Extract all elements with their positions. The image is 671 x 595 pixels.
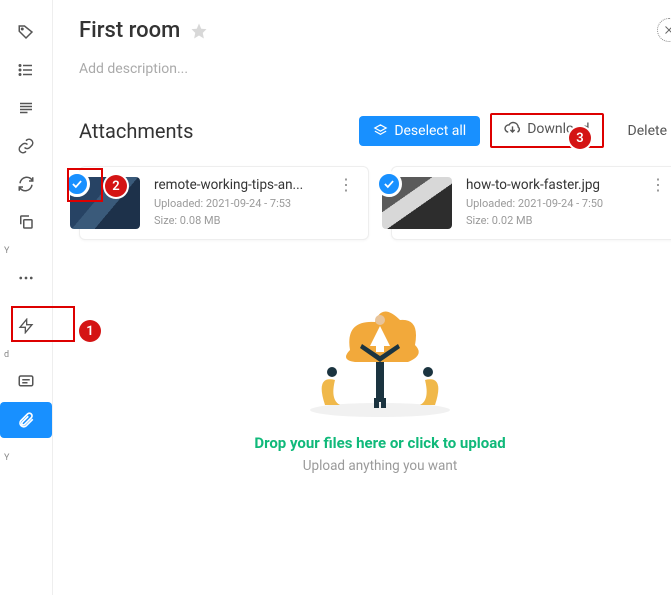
- dropzone[interactable]: Drop your files here or click to upload …: [79, 290, 671, 474]
- attachment-uploaded: Uploaded: 2021-09-24 - 7:50: [466, 197, 638, 210]
- attachment-menu-icon[interactable]: ⋮: [334, 177, 360, 187]
- delete-label: Delete: [628, 123, 667, 139]
- sidebar-more-icon[interactable]: [8, 260, 44, 296]
- annotation-callout: 2: [105, 175, 127, 197]
- sidebar-link-icon[interactable]: [8, 128, 44, 164]
- sidebar-attachment-icon[interactable]: [0, 402, 52, 438]
- sidebar-refresh-icon[interactable]: [8, 166, 44, 202]
- action-bar: Deselect all Download Delete: [359, 113, 671, 148]
- sidebar-list-icon[interactable]: [8, 52, 44, 88]
- deselect-all-button[interactable]: Deselect all: [359, 116, 480, 146]
- attachment-menu-icon[interactable]: ⋮: [646, 177, 671, 187]
- attachment-card[interactable]: how-to-work-faster.jpg Uploaded: 2021-09…: [391, 166, 671, 240]
- upload-illustration: [290, 290, 470, 420]
- attachment-list: remote-working-tips-an... Uploaded: 2021…: [79, 166, 671, 240]
- sidebar-group-label: Y: [0, 449, 10, 465]
- attachment-size: Size: 0.02 MB: [466, 214, 638, 227]
- sidebar-copy-icon[interactable]: [8, 204, 44, 240]
- sidebar-text-icon[interactable]: [8, 90, 44, 126]
- selected-check-icon[interactable]: [64, 171, 90, 197]
- annotation-callout: 3: [569, 127, 591, 149]
- delete-button[interactable]: Delete: [614, 116, 671, 146]
- sidebar-tag-icon[interactable]: [8, 14, 44, 50]
- sidebar-group-label: d: [0, 346, 10, 362]
- sidebar-comment-icon[interactable]: [8, 364, 44, 400]
- dropzone-subtitle: Upload anything you want: [79, 458, 671, 474]
- sidebar-bolt-icon[interactable]: [8, 308, 44, 344]
- dropzone-title: Drop your files here or click to upload: [79, 434, 671, 452]
- attachment-filename: how-to-work-faster.jpg: [466, 177, 636, 193]
- sidebar-group-label: Y: [0, 242, 10, 258]
- attachment-size: Size: 0.08 MB: [154, 214, 326, 227]
- annotation-callout: 1: [79, 320, 101, 342]
- main-panel: First room Add description... Attachment…: [53, 0, 671, 595]
- attachment-uploaded: Uploaded: 2021-09-24 - 7:53: [154, 197, 326, 210]
- selected-check-icon[interactable]: [376, 171, 402, 197]
- description-input[interactable]: Add description...: [79, 61, 671, 77]
- favorite-star-icon[interactable]: [190, 22, 208, 40]
- attachments-heading: Attachments: [79, 119, 193, 143]
- sidebar: Y d Y: [0, 0, 53, 595]
- page-title: First room: [79, 18, 180, 43]
- deselect-label: Deselect all: [394, 123, 466, 139]
- attachment-filename: remote-working-tips-an...: [154, 177, 324, 193]
